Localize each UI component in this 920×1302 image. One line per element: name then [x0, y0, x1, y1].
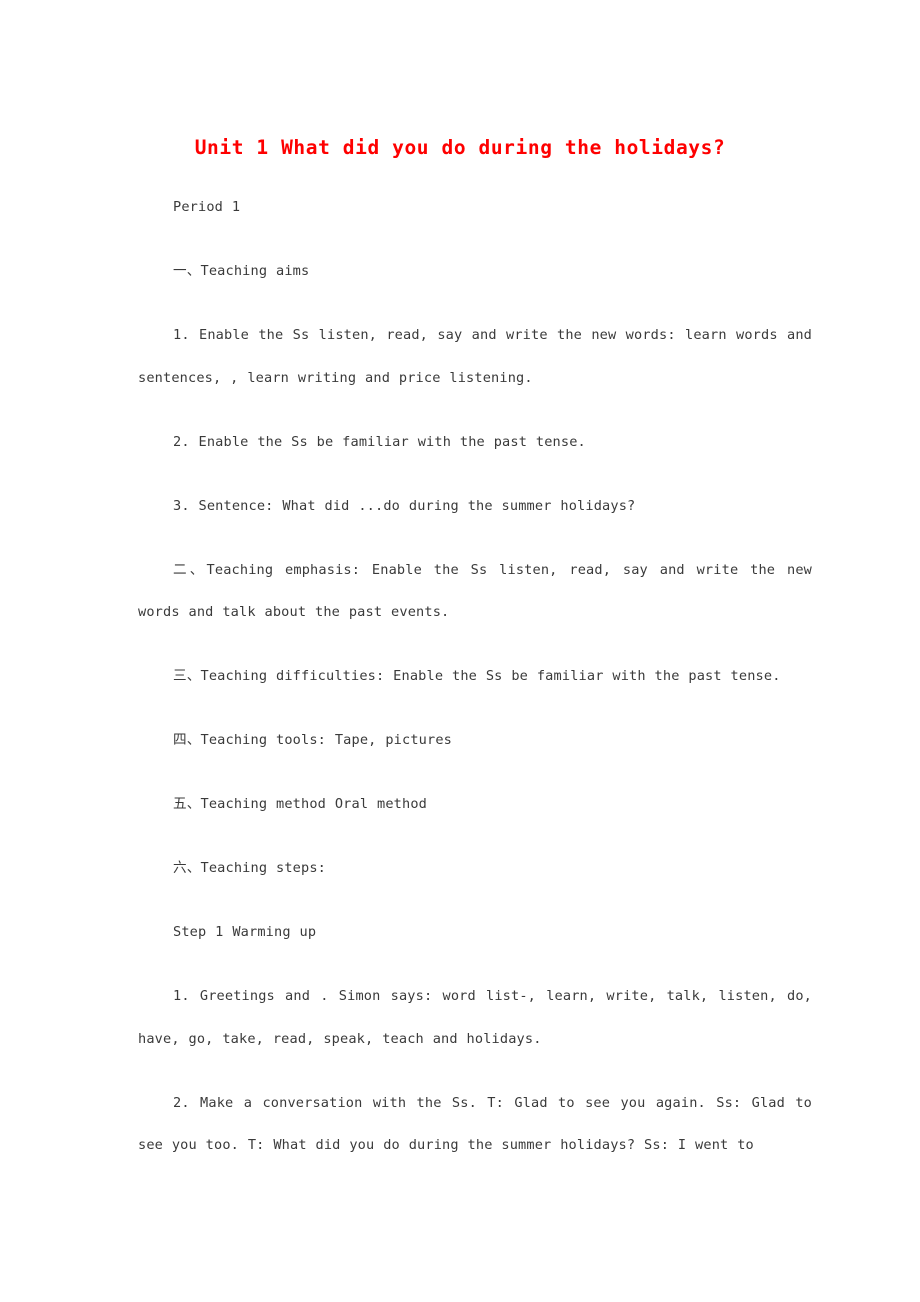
- paragraph-aim-2: 2. Enable the Ss be familiar with the pa…: [173, 433, 586, 450]
- paragraph-section-six-teaching-steps: 六、Teaching steps:: [173, 860, 326, 876]
- paragraph-step-1-item-1: 1. Greetings and . Simon says: word list…: [138, 988, 812, 1047]
- paragraph-section-four-teaching-tools: 四、Teaching tools: Tape, pictures: [173, 732, 453, 748]
- page-title: Unit 1 What did you do during the holida…: [194, 136, 726, 160]
- paragraph-section-two-teaching-emphasis: 二、Teaching emphasis: Enable the Ss liste…: [138, 561, 812, 621]
- document-page: Unit 1 What did you do during the holida…: [0, 0, 920, 1302]
- paragraph-section-three-teaching-difficulties: 三、Teaching difficulties: Enable the Ss b…: [173, 668, 781, 684]
- document-body: Period 1 一、Teaching aims 1. Enable the S…: [138, 186, 812, 1167]
- paragraph-aim-1: 1. Enable the Ss listen, read, say and w…: [138, 327, 812, 386]
- paragraph-step-1-item-2: 2. Make a conversation with the Ss. T: G…: [138, 1094, 812, 1154]
- paragraph-section-five-teaching-method: 五、Teaching method Oral method: [173, 796, 428, 812]
- paragraph-aim-3: 3. Sentence: What did ...do during the s…: [173, 497, 636, 514]
- paragraph-period-label: Period 1: [173, 199, 241, 215]
- paragraph-section-one-teaching-aims: 一、Teaching aims: [173, 263, 310, 279]
- paragraph-step-1-warming-up: Step 1 Warming up: [173, 924, 317, 940]
